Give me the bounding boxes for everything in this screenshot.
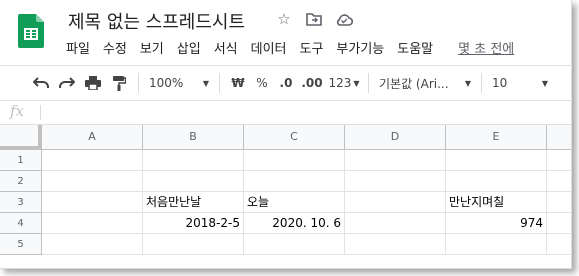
cell-b2[interactable] bbox=[143, 171, 244, 192]
toolbar-divider bbox=[368, 73, 369, 93]
cell-b5[interactable] bbox=[143, 234, 244, 255]
toolbar: 100% ▼ ₩ % .0 .00 123 ▼ 기본값 (Ari... ▼ 10… bbox=[0, 65, 571, 101]
column-header-f[interactable] bbox=[547, 125, 571, 150]
font-family-value: 기본값 (Ari... bbox=[379, 76, 449, 91]
formula-input[interactable] bbox=[48, 100, 568, 124]
chevron-down-icon: ▼ bbox=[353, 78, 360, 88]
redo-icon[interactable] bbox=[54, 71, 80, 95]
cell-a5[interactable] bbox=[42, 234, 143, 255]
menu-insert[interactable]: 삽입 bbox=[177, 38, 201, 57]
toolbar-divider bbox=[481, 73, 482, 93]
cell-f3[interactable] bbox=[547, 192, 571, 213]
document-title[interactable]: 제목 없는 스프레드시트 bbox=[68, 8, 245, 34]
zoom-select[interactable]: 100% ▼ bbox=[145, 71, 213, 95]
cell-c4[interactable]: 2020. 10. 6 bbox=[244, 213, 345, 234]
font-size-select[interactable]: 10 ▼ bbox=[488, 71, 552, 95]
cell-d4[interactable] bbox=[345, 213, 446, 234]
menu-bar: 파일 수정 보기 삽입 서식 데이터 도구 부가기능 도움말 몇 초 전에 bbox=[66, 38, 514, 57]
fx-icon: fx bbox=[10, 102, 25, 120]
chevron-down-icon: ▼ bbox=[541, 78, 548, 88]
cell-e4[interactable]: 974 bbox=[446, 213, 547, 234]
cell-d3[interactable] bbox=[345, 192, 446, 213]
select-all-corner[interactable] bbox=[0, 125, 42, 150]
column-header-e[interactable]: E bbox=[446, 125, 547, 150]
menu-file[interactable]: 파일 bbox=[66, 38, 90, 57]
cell-d5[interactable] bbox=[345, 234, 446, 255]
cell-c2[interactable] bbox=[244, 171, 345, 192]
cell-d2[interactable] bbox=[345, 171, 446, 192]
formula-bar: fx bbox=[0, 100, 571, 125]
chevron-down-icon: ▼ bbox=[202, 78, 209, 88]
increase-decimal-button[interactable]: .00 bbox=[298, 71, 326, 95]
cell-d1[interactable] bbox=[345, 150, 446, 171]
cell-a1[interactable] bbox=[42, 150, 143, 171]
cell-a2[interactable] bbox=[42, 171, 143, 192]
row-header-5[interactable]: 5 bbox=[0, 234, 42, 255]
app-window: 제목 없는 스프레드시트 ☆ 파일 수정 보기 삽입 서식 데이터 도구 부가기… bbox=[0, 0, 572, 269]
menu-tools[interactable]: 도구 bbox=[300, 38, 324, 57]
formula-divider bbox=[40, 105, 41, 120]
column-header-a[interactable]: A bbox=[42, 125, 143, 150]
percent-format-button[interactable]: % bbox=[250, 71, 274, 95]
column-header-b[interactable]: B bbox=[143, 125, 244, 150]
cell-f4[interactable] bbox=[547, 213, 571, 234]
toolbar-divider bbox=[138, 73, 139, 93]
star-icon[interactable]: ☆ bbox=[274, 9, 294, 29]
title-actions: ☆ bbox=[274, 9, 354, 29]
cell-e2[interactable] bbox=[446, 171, 547, 192]
move-to-folder-icon[interactable] bbox=[304, 9, 324, 29]
menu-help[interactable]: 도움말 bbox=[397, 38, 433, 57]
cell-f2[interactable] bbox=[547, 171, 571, 192]
cell-e1[interactable] bbox=[446, 150, 547, 171]
cell-a4[interactable] bbox=[42, 213, 143, 234]
chevron-down-icon: ▼ bbox=[464, 78, 471, 88]
cell-a3[interactable] bbox=[42, 192, 143, 213]
cloud-status-icon[interactable] bbox=[334, 9, 354, 29]
cell-c3[interactable]: 오늘 bbox=[244, 192, 345, 213]
decrease-decimal-button[interactable]: .0 bbox=[274, 71, 298, 95]
cell-f5[interactable] bbox=[547, 234, 571, 255]
more-formats-label: 123 bbox=[328, 76, 352, 90]
row-header-3[interactable]: 3 bbox=[0, 192, 42, 213]
menu-edit[interactable]: 수정 bbox=[103, 38, 127, 57]
cell-c1[interactable] bbox=[244, 150, 345, 171]
cell-c5[interactable] bbox=[244, 234, 345, 255]
print-icon[interactable] bbox=[80, 71, 106, 95]
row-header-4[interactable]: 4 bbox=[0, 213, 42, 234]
font-family-select[interactable]: 기본값 (Ari... ▼ bbox=[375, 71, 475, 95]
cell-e3[interactable]: 만난지며칠 bbox=[446, 192, 547, 213]
row-header-2[interactable]: 2 bbox=[0, 171, 42, 192]
column-header-d[interactable]: D bbox=[345, 125, 446, 150]
row-header-1[interactable]: 1 bbox=[0, 150, 42, 171]
column-header-c[interactable]: C bbox=[244, 125, 345, 150]
cell-f1[interactable] bbox=[547, 150, 571, 171]
cell-e5[interactable] bbox=[446, 234, 547, 255]
sheets-logo-icon[interactable] bbox=[18, 14, 44, 48]
paint-format-icon[interactable] bbox=[106, 71, 132, 95]
menu-data[interactable]: 데이터 bbox=[251, 38, 287, 57]
undo-icon[interactable] bbox=[28, 71, 54, 95]
zoom-value: 100% bbox=[149, 76, 184, 90]
toolbar-divider bbox=[219, 73, 220, 93]
last-edit-link[interactable]: 몇 초 전에 bbox=[458, 38, 514, 57]
menu-view[interactable]: 보기 bbox=[140, 38, 164, 57]
currency-format-button[interactable]: ₩ bbox=[226, 71, 250, 95]
cell-b3[interactable]: 처음만난날 bbox=[143, 192, 244, 213]
more-formats-button[interactable]: 123 ▼ bbox=[326, 71, 362, 95]
menu-addons[interactable]: 부가기능 bbox=[336, 38, 384, 57]
cell-b4[interactable]: 2018-2-5 bbox=[143, 213, 244, 234]
font-size-value: 10 bbox=[492, 76, 508, 90]
cell-b1[interactable] bbox=[143, 150, 244, 171]
menu-format[interactable]: 서식 bbox=[214, 38, 238, 57]
